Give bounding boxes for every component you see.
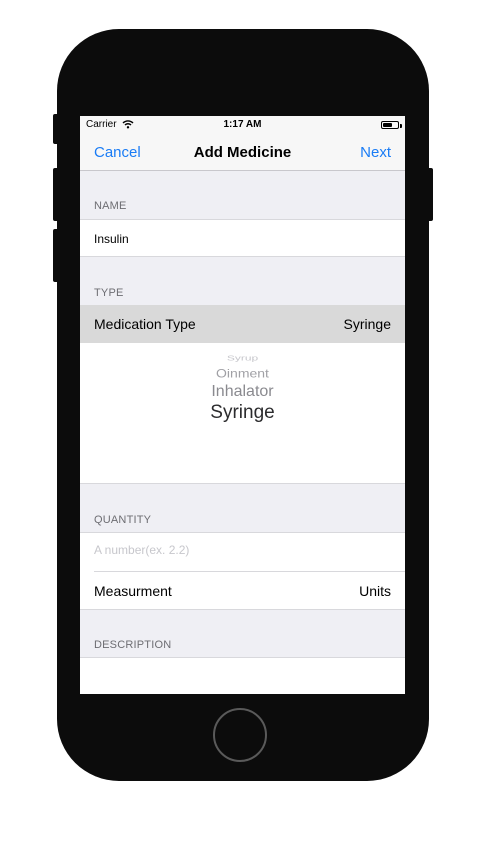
measurement-label[interactable]: Measurment xyxy=(94,583,172,599)
picker-option[interactable]: Syrup xyxy=(80,354,405,362)
picker-option-selected[interactable]: Syringe xyxy=(80,402,405,424)
medication-type-value: Syringe xyxy=(343,316,391,332)
description-field[interactable] xyxy=(80,657,405,694)
status-bar: Carrier 1:17 AM xyxy=(80,116,405,134)
name-field[interactable]: Insulin xyxy=(80,219,405,257)
description-section-header: DESCRIPTION xyxy=(94,639,172,651)
medication-type-picker[interactable]: Syrup Oinment Inhalator Syringe xyxy=(80,343,405,484)
type-section-header: TYPE xyxy=(94,287,124,299)
name-value: Insulin xyxy=(94,232,129,246)
status-time: 1:17 AM xyxy=(223,119,262,130)
quantity-group: Measurment Units xyxy=(80,532,405,610)
battery-tip xyxy=(400,124,402,128)
app-screen: Carrier 1:17 AM Cancel Add Medicine Next… xyxy=(80,116,405,694)
picker-option[interactable]: Oinment xyxy=(80,366,405,380)
divider xyxy=(94,571,405,572)
medication-type-label: Medication Type xyxy=(94,316,196,332)
page-title: Add Medicine xyxy=(193,144,292,161)
name-section-header: NAME xyxy=(94,200,127,212)
picker-option[interactable]: Inhalator xyxy=(80,383,405,401)
next-button[interactable]: Next xyxy=(360,144,391,161)
measurement-value[interactable]: Units xyxy=(359,583,391,599)
medication-type-row[interactable]: Medication Type Syringe xyxy=(80,305,405,343)
navigation-bar: Cancel Add Medicine Next xyxy=(80,134,405,171)
battery-icon xyxy=(381,121,399,129)
quantity-input[interactable] xyxy=(94,543,384,557)
home-button[interactable] xyxy=(213,708,267,762)
quantity-section-header: QUANTITY xyxy=(94,514,152,526)
